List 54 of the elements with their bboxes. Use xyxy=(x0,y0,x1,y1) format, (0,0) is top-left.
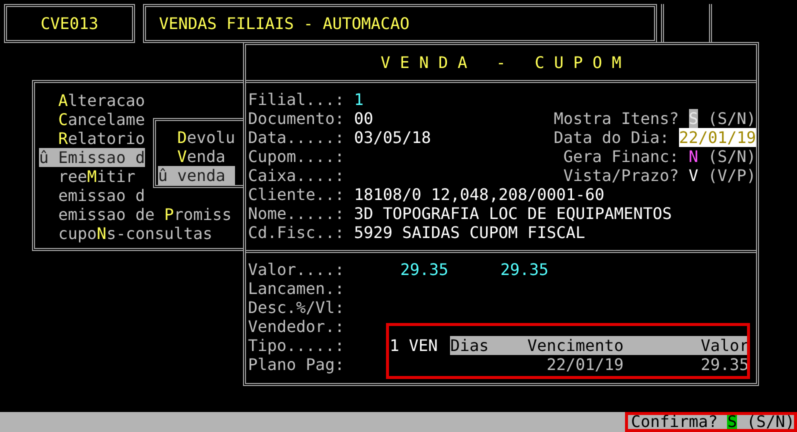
field-label: Cupom....: xyxy=(248,147,344,166)
option-label: Vista/Prazo? xyxy=(563,166,679,185)
amount-value: 29.35 xyxy=(400,260,448,279)
confirm-prompt: Confirma? xyxy=(631,415,718,429)
field-value: 5929 SAIDAS CUPOM FISCAL xyxy=(354,223,586,242)
field-label: Tipo.....: xyxy=(248,336,344,355)
field-label: Valor....: xyxy=(248,260,344,279)
field-value: 3D TOPOGRAFIA LOC DE EQUIPAMENTOS xyxy=(354,204,672,223)
field-label: Data.....: xyxy=(248,128,344,147)
field-value: 03/05/18 xyxy=(354,128,432,147)
field-value: 1 xyxy=(354,90,364,109)
menu-item[interactable]: û Emissao d xyxy=(39,148,145,167)
option-choices: (V/P) xyxy=(708,166,756,185)
field-label: Plano Pag: xyxy=(248,355,344,374)
column-header: Valor xyxy=(700,336,749,355)
field-value: 00 xyxy=(354,109,374,128)
submenu-item[interactable]: Venda xyxy=(158,147,226,166)
field-label: Caixa....: xyxy=(248,166,344,185)
field-label: Cd.Fisc..: xyxy=(248,223,344,242)
field-value: 18108/0 12,048,208/0001-60 xyxy=(354,185,604,204)
menu-item[interactable]: Cancelame xyxy=(39,110,145,129)
amount-value: 29.35 xyxy=(500,260,549,279)
option-label: Mostra Itens? xyxy=(554,109,679,128)
field-label: Desc.%/Vl: xyxy=(248,298,344,317)
column-header: Vencimento xyxy=(527,336,625,355)
field-label: Vendedor.: xyxy=(248,317,344,336)
option-value[interactable]: N xyxy=(688,147,698,166)
menu-item[interactable]: Relatorio xyxy=(39,129,145,148)
menu-item[interactable]: emissao de Promiss xyxy=(39,205,232,224)
menu-item[interactable]: Alteracao xyxy=(39,91,145,110)
menu-item[interactable]: emissao d xyxy=(39,186,145,205)
option-choices: (S/N) xyxy=(708,109,756,128)
system-title: VENDAS FILIAIS - AUTOMACAO xyxy=(159,14,410,33)
field-label: Filial...: xyxy=(248,90,344,109)
field-label: Cliente..: xyxy=(248,185,344,204)
option-value[interactable]: V xyxy=(688,166,698,185)
column-header: Dias xyxy=(450,336,490,355)
field-label: Lancamen.: xyxy=(248,279,344,298)
menu-item[interactable]: reeMitir xyxy=(39,167,136,186)
field-label: Nome.....: xyxy=(248,204,344,223)
field-label: Documento: xyxy=(248,109,344,128)
table-cell-text: 29.35 xyxy=(700,355,749,374)
confirm-answer[interactable]: S xyxy=(727,415,737,429)
table-cell-text: 22/01/19 xyxy=(546,355,625,374)
payment-type: 1 VEN xyxy=(390,336,438,355)
confirm-choices: (S/N) xyxy=(746,415,795,429)
menu-item[interactable]: cupoNs-consultas xyxy=(39,224,212,243)
window-title: V E N D A - C U P O M xyxy=(380,53,622,72)
option-label: Gera Financ: xyxy=(563,147,679,166)
submenu-item[interactable]: û venda xyxy=(158,166,236,185)
submenu-item[interactable]: Devolu xyxy=(158,128,236,147)
option-choices: (S/N) xyxy=(708,147,756,166)
option-label: Data do Dia: xyxy=(554,128,670,147)
program-code: CVE013 xyxy=(40,14,98,33)
